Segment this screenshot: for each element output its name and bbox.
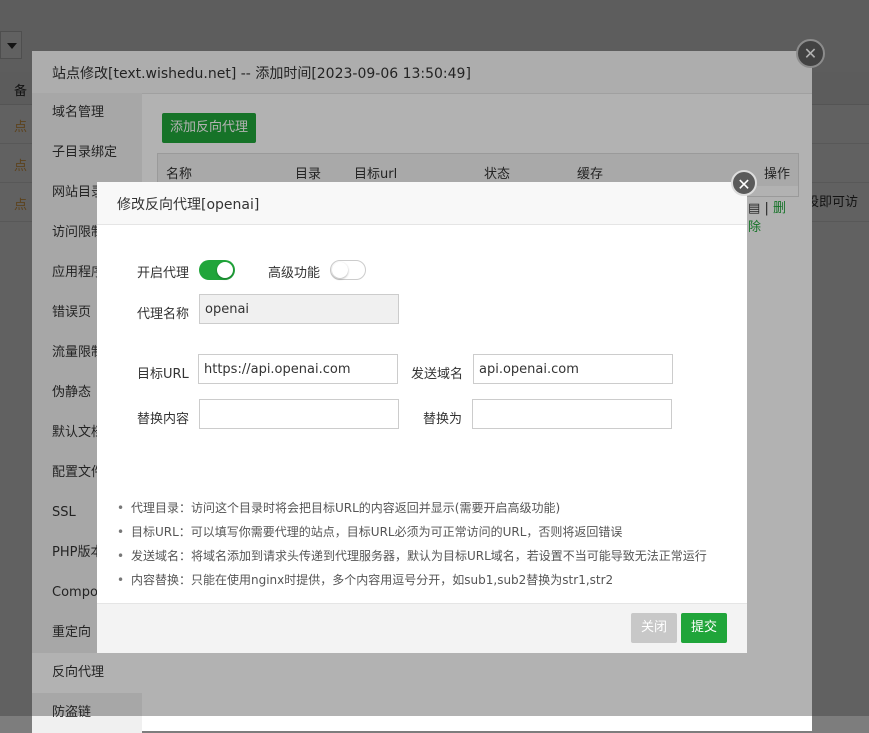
advanced-label: 高级功能 [268,266,321,281]
list-item: • 内容替换：只能在使用nginx时提供，多个内容用逗号分开，如sub1,sub2… [117,573,614,587]
tip-text: 目标URL：可以填写你需要代理的站点，目标URL必须为可正常访问的URL，否则将… [131,525,623,539]
list-item: • 代理目录：访问这个目录时将会把目标URL的内容返回并显示(需要开启高级功能) [117,501,561,515]
toggle-knob [217,262,233,278]
replace-with-label: 替换为 [423,412,463,427]
tip-text: 内容替换：只能在使用nginx时提供，多个内容用逗号分开，如sub1,sub2替… [131,573,614,587]
submit-button[interactable]: 提交 [681,613,727,643]
proxy-name-label: 代理名称 [137,307,190,322]
advanced-toggle[interactable] [330,260,366,280]
send-domain-label: 发送域名 [411,367,464,382]
replace-with-input[interactable] [472,399,672,429]
edit-proxy-modal: 修改反向代理[openai] 开启代理 高级功能 代理名称 目标URL 发送域名… [97,182,747,653]
list-item: • 发送域名：将域名添加到请求头传递到代理服务器，默认为目标URL域名，若设置不当… [117,549,707,563]
modal-footer: 关闭 提交 [97,603,747,653]
list-item: • 目标URL：可以填写你需要代理的站点，目标URL必须为可正常访问的URL，否则… [117,525,623,539]
proxy-name-input[interactable] [199,294,399,324]
replace-content-input[interactable] [199,399,399,429]
edit-proxy-title: 修改反向代理[openai] [117,197,260,213]
help-tips: • 代理目录：访问这个目录时将会把目标URL的内容返回并显示(需要开启高级功能) … [117,496,707,592]
replace-content-label: 替换内容 [137,412,190,427]
close-icon[interactable]: ✕ [731,170,757,196]
enable-proxy-label: 开启代理 [137,266,190,281]
tip-text: 代理目录：访问这个目录时将会把目标URL的内容返回并显示(需要开启高级功能) [131,501,561,515]
target-url-label: 目标URL [137,367,189,382]
tip-text: 发送域名：将域名添加到请求头传递到代理服务器，默认为目标URL域名，若设置不当可… [131,549,707,563]
send-domain-input[interactable] [473,354,673,384]
target-url-input[interactable] [198,354,398,384]
close-button[interactable]: 关闭 [631,613,677,643]
edit-proxy-titlebar: 修改反向代理[openai] [97,182,747,225]
toggle-knob [332,262,348,278]
enable-proxy-toggle[interactable] [199,260,235,280]
